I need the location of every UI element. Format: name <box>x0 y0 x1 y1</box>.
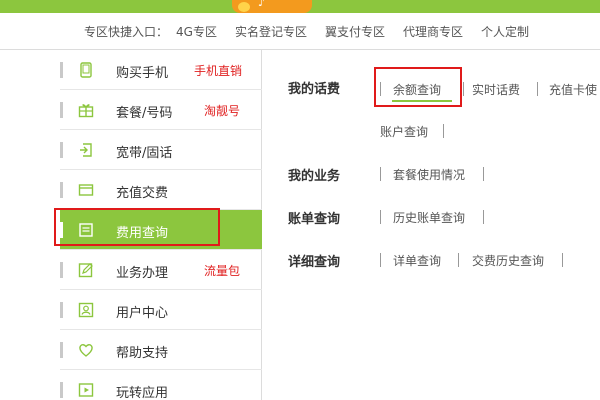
sidebar-item-marker <box>60 62 63 78</box>
highlight-box-balance <box>374 67 462 107</box>
sidebar-item-label: 套餐/号码 <box>116 106 173 121</box>
edit-icon <box>78 263 93 278</box>
sidebar-item-marker <box>60 262 63 278</box>
link-separator <box>483 210 484 224</box>
sidebar-item-tag: 流量包 <box>204 264 241 278</box>
sidebar-item-help[interactable]: 帮助支持 <box>60 330 262 370</box>
sidebar-item-label: 玩转应用 <box>116 386 169 400</box>
sidebar-item-apps[interactable]: 玩转应用 <box>60 370 262 400</box>
link-separator <box>562 253 563 267</box>
sidebar-item-label: 充值交费 <box>116 186 169 201</box>
sidebar-item-marker <box>60 182 63 198</box>
sidebar-item-recharge[interactable]: 充值交费 <box>60 170 262 210</box>
logo[interactable]: ♪ <box>232 0 312 13</box>
sidebar-item-marker <box>60 102 63 118</box>
quick-nav-item-agent[interactable]: 代理商专区 <box>403 23 463 40</box>
link-realtime-charges[interactable]: 实时话费 <box>472 81 520 98</box>
sidebar-item-label: 用户中心 <box>116 306 169 321</box>
broadband-icon <box>80 143 92 157</box>
package-icon <box>78 104 94 118</box>
link-separator <box>443 124 444 138</box>
link-detail-list[interactable]: 详单查询 <box>393 252 441 269</box>
link-account-query[interactable]: 账户查询 <box>380 123 428 140</box>
link-recharge-card[interactable]: 充值卡使 <box>549 81 597 98</box>
user-icon <box>78 302 94 318</box>
logo-mascot-icon <box>238 2 250 12</box>
phone-icon <box>80 62 92 78</box>
quick-nav-label: 专区快捷入口： <box>84 24 169 39</box>
link-separator <box>483 167 484 181</box>
link-history-bill[interactable]: 历史账单查询 <box>393 209 465 226</box>
quick-nav: 专区快捷入口： 4G专区 实名登记专区 翼支付专区 代理商专区 个人定制 <box>0 13 600 50</box>
section-title-bill-query: 账单查询 <box>288 212 341 227</box>
link-separator <box>380 253 381 267</box>
sidebar-item-business[interactable]: 业务办理 流量包 <box>60 250 262 290</box>
heart-icon <box>79 344 93 357</box>
sidebar-item-marker <box>60 302 63 318</box>
sidebar-item-package[interactable]: 套餐/号码 淘靓号 <box>60 90 262 130</box>
card-icon <box>78 184 94 196</box>
link-separator <box>458 253 459 267</box>
link-separator <box>463 82 464 96</box>
sidebar-item-label: 帮助支持 <box>116 346 169 361</box>
link-separator <box>380 167 381 181</box>
logo-text-icon: ♪ <box>258 0 267 9</box>
link-payment-history[interactable]: 交费历史查询 <box>472 252 544 269</box>
sidebar-item-marker <box>60 382 63 398</box>
sidebar-item-broadband[interactable]: 宽带/固话 <box>60 130 262 170</box>
sidebar-item-label: 宽带/固话 <box>116 146 173 161</box>
highlight-box-billing <box>54 208 220 246</box>
section-title-my-charges: 我的话费 <box>288 82 341 97</box>
quick-nav-item-4g[interactable]: 4G专区 <box>176 23 217 40</box>
play-icon <box>78 383 94 397</box>
sidebar-item-tag: 手机直销 <box>194 64 243 78</box>
link-separator <box>537 82 538 96</box>
sidebar-item-user-center[interactable]: 用户中心 <box>60 290 262 330</box>
quick-nav-item-realname[interactable]: 实名登记专区 <box>235 23 307 40</box>
sidebar-item-tag: 淘靓号 <box>204 104 241 118</box>
quick-nav-item-custom[interactable]: 个人定制 <box>481 23 529 40</box>
sidebar-item-label: 业务办理 <box>116 266 169 281</box>
sidebar-item-buy-phone[interactable]: 购买手机 手机直销 <box>60 50 262 90</box>
sidebar-item-label: 购买手机 <box>116 66 169 81</box>
sidebar-item-marker <box>60 342 63 358</box>
link-package-usage[interactable]: 套餐使用情况 <box>393 166 465 183</box>
section-title-detail-query: 详细查询 <box>288 255 341 270</box>
sidebar-item-marker <box>60 142 63 158</box>
link-separator <box>380 210 381 224</box>
section-title-my-business: 我的业务 <box>288 169 341 184</box>
quick-nav-item-pay[interactable]: 翼支付专区 <box>325 23 385 40</box>
